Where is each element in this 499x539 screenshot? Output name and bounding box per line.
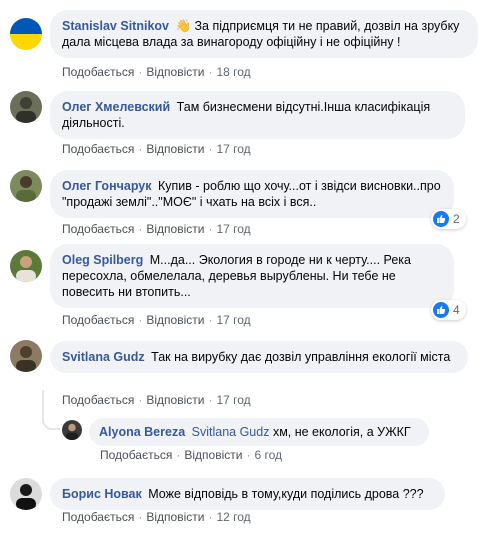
comment-author[interactable]: Svitlana Gudz <box>62 350 145 364</box>
like-button[interactable]: Подобається <box>62 142 134 156</box>
ukraine-flag-avatar <box>10 18 42 50</box>
reply-button[interactable]: Відповісти <box>146 142 204 156</box>
comment-bubble: Олег Гончарук Купив - роблю що хочу...от… <box>50 170 454 218</box>
comment-bubble: Alyona Bereza Svitlana Gudz хм, не еколо… <box>89 418 429 446</box>
user-photo-avatar <box>10 250 42 282</box>
comment-actions: Подобається · Відповісти · 17 год <box>62 142 251 156</box>
comment-author[interactable]: Олег Гончарук <box>62 179 152 193</box>
reaction-number: 2 <box>453 212 460 226</box>
user-photo-avatar <box>10 478 42 510</box>
comment-bubble: Oleg Spilberg М...да... Экология в город… <box>50 244 454 308</box>
comment-author[interactable]: Борис Новак <box>62 487 142 501</box>
reply-button[interactable]: Відповісти <box>146 65 204 79</box>
comment-bubble: Олег Хмелевский Там бизнесмени відсутні.… <box>50 91 465 139</box>
comment-actions: Подобається · Відповісти · 6 год <box>100 448 282 462</box>
comment-time[interactable]: 18 год <box>216 65 250 79</box>
comment-text: Може відповідь в тому,куди поділись дров… <box>148 487 424 501</box>
comment-time[interactable]: 12 год <box>216 510 250 524</box>
avatar[interactable] <box>10 91 42 123</box>
comment-author[interactable]: Alyona Bereza <box>99 425 185 439</box>
like-button[interactable]: Подобається <box>62 65 134 79</box>
like-button[interactable]: Подобається <box>62 510 134 524</box>
comment-actions: Подобається · Відповісти · 17 год <box>62 222 251 236</box>
like-button[interactable]: Подобається <box>62 393 134 407</box>
reaction-count[interactable]: 2 <box>431 209 466 229</box>
user-photo-avatar <box>10 170 42 202</box>
avatar[interactable] <box>62 420 82 440</box>
user-photo-avatar <box>10 91 42 123</box>
comment-actions: Подобається · Відповісти · 17 год <box>62 313 251 327</box>
avatar[interactable] <box>10 250 42 282</box>
comment-time[interactable]: 17 год <box>216 393 250 407</box>
like-button[interactable]: Подобається <box>100 448 172 462</box>
reply-button[interactable]: Відповісти <box>184 448 242 462</box>
comment-time[interactable]: 17 год <box>216 313 250 327</box>
user-photo-avatar <box>62 420 82 440</box>
avatar[interactable] <box>10 340 42 372</box>
comment-author[interactable]: Олег Хмелевский <box>62 100 170 114</box>
mention-link[interactable]: Svitlana Gudz <box>192 425 270 439</box>
comment-author[interactable]: Oleg Spilberg <box>62 253 143 267</box>
reply-button[interactable]: Відповісти <box>146 510 204 524</box>
comment-actions: Подобається · Відповісти · 12 год <box>62 510 251 524</box>
comment-time[interactable]: 17 год <box>216 142 250 156</box>
comment-bubble: Stanislav Sitnikov 👋 За підприємця ти не… <box>50 10 478 58</box>
reaction-count[interactable]: 4 <box>431 300 466 320</box>
avatar[interactable] <box>10 18 42 50</box>
comment-time[interactable]: 17 год <box>216 222 250 236</box>
like-icon <box>433 211 449 227</box>
like-button[interactable]: Подобається <box>62 222 134 236</box>
reply-button[interactable]: Відповісти <box>146 313 204 327</box>
comment-author[interactable]: Stanislav Sitnikov <box>62 19 169 33</box>
reply-button[interactable]: Відповісти <box>146 222 204 236</box>
comment-text: Так на вирубку дає дозвіл управління еко… <box>151 350 451 364</box>
comment-bubble: Svitlana Gudz Так на вирубку дає дозвіл … <box>50 341 468 373</box>
avatar[interactable] <box>10 478 42 510</box>
reaction-number: 4 <box>453 303 460 317</box>
comment-text: хм, не екологія, а УЖКГ <box>269 425 411 439</box>
comment-actions: Подобається · Відповісти · 17 год <box>62 393 251 407</box>
user-photo-avatar <box>10 340 42 372</box>
comment-time[interactable]: 6 год <box>254 448 282 462</box>
reply-button[interactable]: Відповісти <box>146 393 204 407</box>
avatar[interactable] <box>10 170 42 202</box>
reply-thread-line <box>42 390 60 430</box>
comment-bubble: Борис Новак Може відповідь в тому,куди п… <box>50 478 445 510</box>
comment-actions: Подобається · Відповісти · 18 год <box>62 65 251 79</box>
like-icon <box>433 302 449 318</box>
like-button[interactable]: Подобається <box>62 313 134 327</box>
